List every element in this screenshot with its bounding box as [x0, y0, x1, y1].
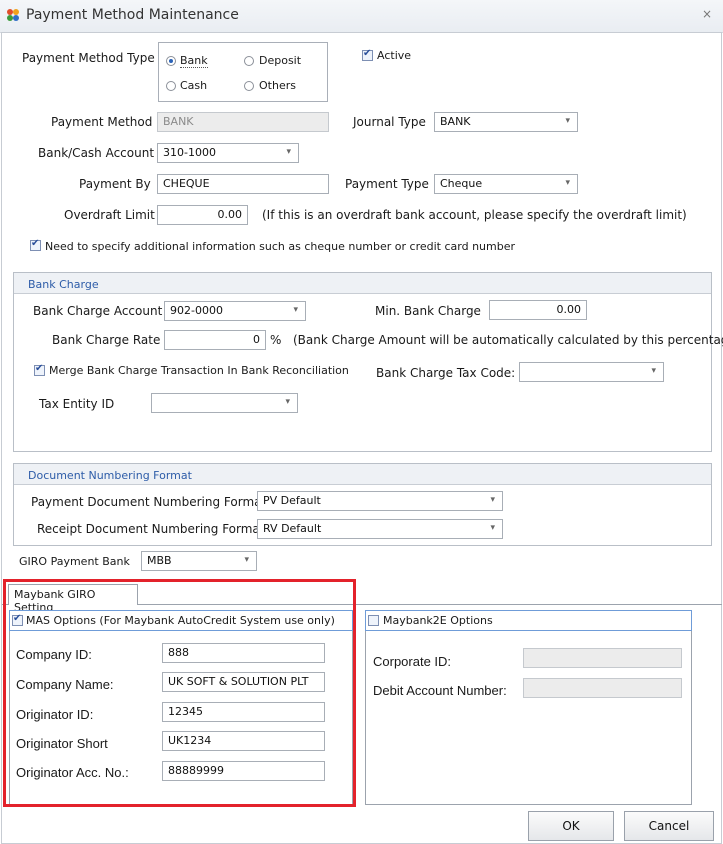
receipt-numbering-value: RV Default	[263, 522, 322, 535]
bank-charge-header: Bank Charge	[14, 273, 711, 294]
active-checkbox[interactable]	[362, 48, 373, 61]
payment-app-icon	[7, 9, 19, 21]
ok-button[interactable]: OK	[528, 811, 614, 841]
payment-type-label: Payment Type	[345, 177, 429, 191]
close-icon[interactable]: ×	[702, 7, 712, 21]
payment-type-select[interactable]: Cheque ▾	[434, 174, 578, 194]
chevron-down-icon: ▾	[565, 178, 570, 188]
radio-cash[interactable]	[166, 81, 176, 91]
min-bank-charge-input[interactable]: 0.00	[489, 300, 587, 320]
bank-charge-account-select[interactable]: 902-0000 ▾	[164, 301, 306, 321]
chevron-down-icon: ▾	[293, 305, 298, 315]
active-label: Active	[377, 49, 412, 62]
corporate-id-input	[523, 648, 682, 668]
debit-account-input	[523, 678, 682, 698]
payment-type-value: Cheque	[440, 177, 483, 190]
giro-bank-value: MBB	[147, 554, 172, 567]
bank-charge-account-value: 902-0000	[170, 304, 223, 317]
bank-cash-account-label: Bank/Cash Account	[38, 146, 155, 160]
payment-by-input[interactable]: CHEQUE	[157, 174, 329, 194]
doc-numbering-header: Document Numbering Format	[14, 464, 711, 485]
bank-cash-account-select[interactable]: 310-1000 ▾	[157, 143, 299, 163]
chevron-down-icon: ▾	[490, 495, 495, 505]
debit-account-label: Debit Account Number:	[373, 683, 507, 698]
tax-entity-select[interactable]: ▾	[151, 393, 298, 413]
bank-charge-rate-input[interactable]: 0	[164, 330, 266, 350]
tax-entity-label: Tax Entity ID	[39, 397, 115, 411]
m2e-options-checkbox[interactable]	[368, 615, 379, 626]
chevron-down-icon: ▾	[286, 147, 291, 157]
bank-charge-account-label: Bank Charge Account	[33, 304, 163, 318]
corporate-id-label: Corporate ID:	[373, 654, 452, 669]
journal-type-label: Journal Type	[353, 115, 426, 129]
payment-method-type-label: Payment Method Type	[22, 51, 155, 65]
payment-method-label: Payment Method	[51, 115, 153, 129]
payment-numbering-value: PV Default	[263, 494, 321, 507]
chevron-down-icon: ▾	[651, 366, 656, 376]
doc-numbering-title: Document Numbering Format	[28, 469, 192, 482]
cancel-button[interactable]: Cancel	[624, 811, 714, 841]
bank-charge-title: Bank Charge	[28, 278, 99, 291]
rate-unit: %	[270, 333, 282, 347]
radio-others[interactable]	[244, 81, 254, 91]
payment-by-label: Payment By	[79, 177, 151, 191]
payment-method-type-group	[158, 42, 328, 102]
chevron-down-icon: ▾	[285, 397, 290, 407]
overdraft-limit-label: Overdraft Limit	[64, 208, 155, 222]
payment-numbering-select[interactable]: PV Default ▾	[257, 491, 503, 511]
radio-deposit-label[interactable]: Deposit	[259, 54, 301, 67]
additional-info-checkbox[interactable]	[30, 238, 41, 251]
giro-bank-select[interactable]: MBB ▾	[141, 551, 257, 571]
payment-numbering-label: Payment Document Numbering Format	[31, 495, 267, 509]
window-title: Payment Method Maintenance	[26, 7, 239, 23]
giro-bank-label: GIRO Payment Bank	[19, 555, 130, 568]
radio-cash-label[interactable]: Cash	[180, 79, 207, 92]
radio-bank[interactable]	[166, 56, 176, 66]
bank-cash-account-value: 310-1000	[163, 146, 216, 159]
receipt-numbering-select[interactable]: RV Default ▾	[257, 519, 503, 539]
payment-method-input: BANK	[157, 112, 329, 132]
chevron-down-icon: ▾	[565, 116, 570, 126]
chevron-down-icon: ▾	[244, 555, 249, 565]
merge-bank-charge-label: Merge Bank Charge Transaction In Bank Re…	[49, 364, 349, 377]
journal-type-value: BANK	[440, 115, 471, 128]
min-bank-charge-label: Min. Bank Charge	[375, 304, 481, 318]
additional-info-label: Need to specify additional information s…	[45, 240, 516, 253]
highlight-box	[3, 579, 356, 807]
merge-bank-charge-checkbox[interactable]	[34, 363, 45, 376]
bank-charge-rate-label: Bank Charge Rate	[52, 333, 161, 347]
bank-charge-tax-code-select[interactable]: ▾	[519, 362, 664, 382]
radio-others-label[interactable]: Others	[259, 79, 296, 92]
journal-type-select[interactable]: BANK ▾	[434, 112, 578, 132]
receipt-numbering-label: Receipt Document Numbering Format	[37, 522, 265, 536]
bank-charge-rate-hint: (Bank Charge Amount will be automaticall…	[293, 333, 723, 347]
bank-charge-tax-code-label: Bank Charge Tax Code:	[376, 366, 516, 380]
m2e-options-label: Maybank2E Options	[383, 614, 493, 627]
radio-deposit[interactable]	[244, 56, 254, 66]
chevron-down-icon: ▾	[490, 523, 495, 533]
overdraft-hint: (If this is an overdraft bank account, p…	[262, 208, 687, 222]
radio-bank-label[interactable]: Bank	[180, 54, 208, 68]
overdraft-limit-input[interactable]: 0.00	[157, 205, 248, 225]
